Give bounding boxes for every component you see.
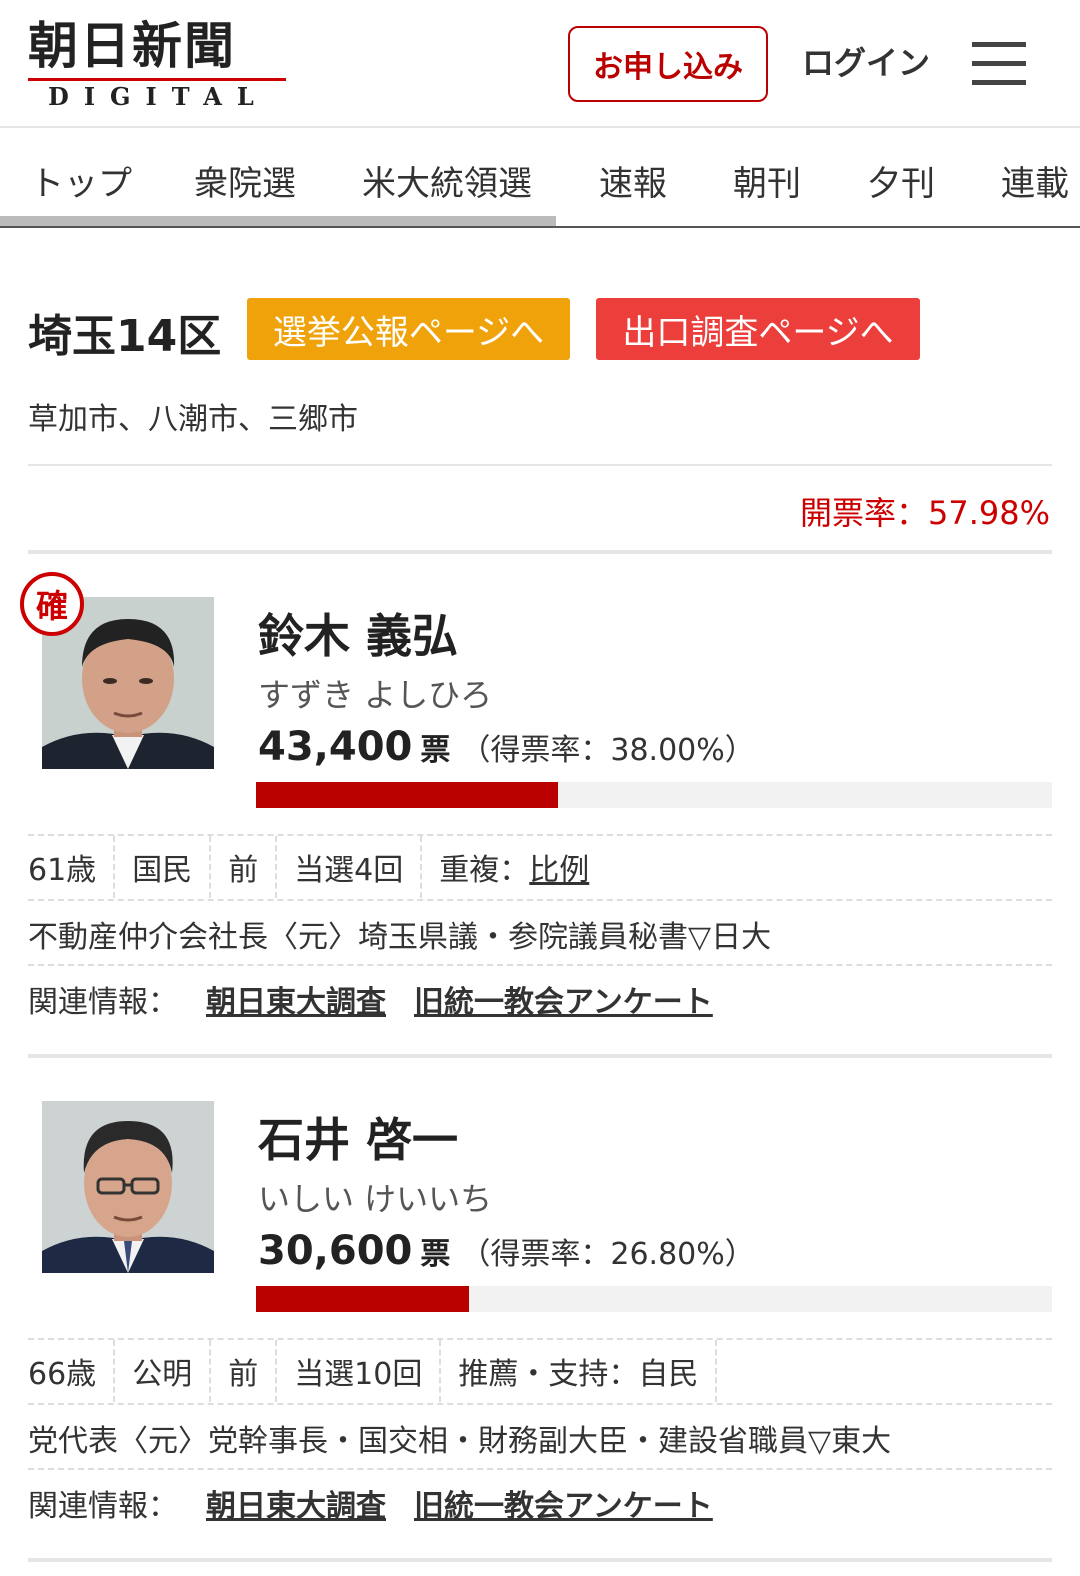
candidate-career: 党代表〈元〉党幹事長・国交相・財務副大臣・建設省職員▽東大 [28, 1424, 892, 1459]
times-elected: 当選10回 [277, 1340, 442, 1402]
times-elected: 当選4回 [277, 836, 423, 898]
apply-button[interactable]: お申し込み [568, 26, 768, 102]
vote-share-bar [256, 782, 1052, 808]
party: 公明 [115, 1340, 212, 1402]
vote-share-bar [256, 1286, 1052, 1312]
nav-tab-us-election[interactable]: 米大統領選 [362, 156, 532, 205]
elected-badge: 確 [20, 572, 84, 636]
unification-church-survey-link[interactable]: 旧統一教会アンケート [414, 985, 713, 1020]
candidate-name: 鈴木 義弘 [258, 609, 459, 663]
party: 国民 [115, 836, 212, 898]
vote-share-fill [256, 782, 559, 808]
candidate-photo-ishii [42, 1101, 214, 1273]
vote-number: 43,400 [258, 724, 413, 770]
vote-share-fill [256, 1286, 470, 1312]
nav-tab-evening[interactable]: 夕刊 [867, 156, 935, 205]
vote-rate: （得票率：26.80%） [460, 1237, 755, 1272]
vote-count: 43,400 票 （得票率：38.00%） [258, 724, 755, 770]
divider [28, 1468, 1052, 1470]
divider [28, 1558, 1052, 1562]
candidate-career: 不動産仲介会社長〈元〉埼玉県議・参院議員秘書▽日大 [28, 920, 772, 955]
district-area: 草加市、八潮市、三郷市 [28, 402, 358, 437]
candidate-profile-row: 61歳 国民 前 当選4回 重複： 比例 [28, 836, 606, 898]
asahi-todai-survey-link[interactable]: 朝日東大調査 [206, 1489, 386, 1524]
proportional-link[interactable]: 比例 [529, 845, 589, 889]
logo-red-line [28, 78, 286, 81]
dual-candidacy: 重複： 比例 [422, 836, 606, 898]
nav-tab-series[interactable]: 連載 [1001, 156, 1069, 205]
age: 61歳 [28, 836, 116, 898]
divider [28, 899, 1052, 901]
election-bulletin-button[interactable]: 選挙公報ページへ [247, 298, 570, 360]
candidate-profile-row: 66歳 公明 前 当選10回 推薦・支持：自民 [28, 1340, 718, 1402]
divider [28, 1054, 1052, 1058]
category-nav: トップ 衆院選 米大統領選 速報 朝刊 夕刊 連載 [0, 128, 1080, 228]
asahi-todai-survey-link[interactable]: 朝日東大調査 [206, 985, 386, 1020]
vote-number: 30,600 [258, 1228, 413, 1274]
nav-tab-shuinsen[interactable]: 衆院選 [194, 156, 296, 205]
incumbent-status: 前 [211, 836, 278, 898]
divider [28, 1403, 1052, 1405]
divider [28, 964, 1052, 966]
related-info: 関連情報： 朝日東大調査 旧統一教会アンケート [28, 977, 713, 1021]
vote-rate: （得票率：38.00%） [460, 733, 755, 768]
login-link[interactable]: ログイン [802, 38, 930, 84]
age: 66歳 [28, 1340, 116, 1402]
hamburger-menu-icon[interactable] [972, 42, 1026, 86]
endorsement: 推薦・支持：自民 [441, 1340, 718, 1402]
district-title: 埼玉14区 [28, 311, 222, 362]
nav-tab-top[interactable]: トップ [30, 156, 132, 205]
dual-candidacy-label: 重複： [439, 853, 530, 888]
site-header: 朝日新聞 DIGITAL お申し込み ログイン [0, 0, 1080, 128]
related-label: 関連情報： [28, 1489, 178, 1524]
asahi-digital-logo[interactable]: 朝日新聞 DIGITAL [28, 18, 288, 113]
exit-poll-button[interactable]: 出口調査ページへ [596, 298, 920, 360]
nav-tab-morning[interactable]: 朝刊 [733, 156, 801, 205]
logo-text-en: DIGITAL [48, 82, 269, 111]
incumbent-status: 前 [211, 1340, 278, 1402]
vote-count: 30,600 票 （得票率：26.80%） [258, 1228, 755, 1274]
vote-unit: 票 [420, 733, 451, 768]
unification-church-survey-link[interactable]: 旧統一教会アンケート [414, 1489, 713, 1524]
vote-unit: 票 [420, 1237, 451, 1272]
divider [28, 464, 1052, 466]
candidate-kana: いしい けいいち [258, 1180, 493, 1218]
candidate-kana: すずき よしひろ [258, 676, 493, 714]
related-info: 関連情報： 朝日東大調査 旧統一教会アンケート [28, 1481, 713, 1525]
count-rate: 開票率：57.98% [799, 494, 1050, 532]
related-label: 関連情報： [28, 985, 178, 1020]
logo-text-jp: 朝日新聞 [28, 16, 236, 75]
nav-tab-breaking[interactable]: 速報 [599, 156, 667, 205]
nav-active-indicator [0, 216, 556, 226]
divider [28, 550, 1052, 554]
candidate-name: 石井 啓一 [258, 1113, 459, 1167]
